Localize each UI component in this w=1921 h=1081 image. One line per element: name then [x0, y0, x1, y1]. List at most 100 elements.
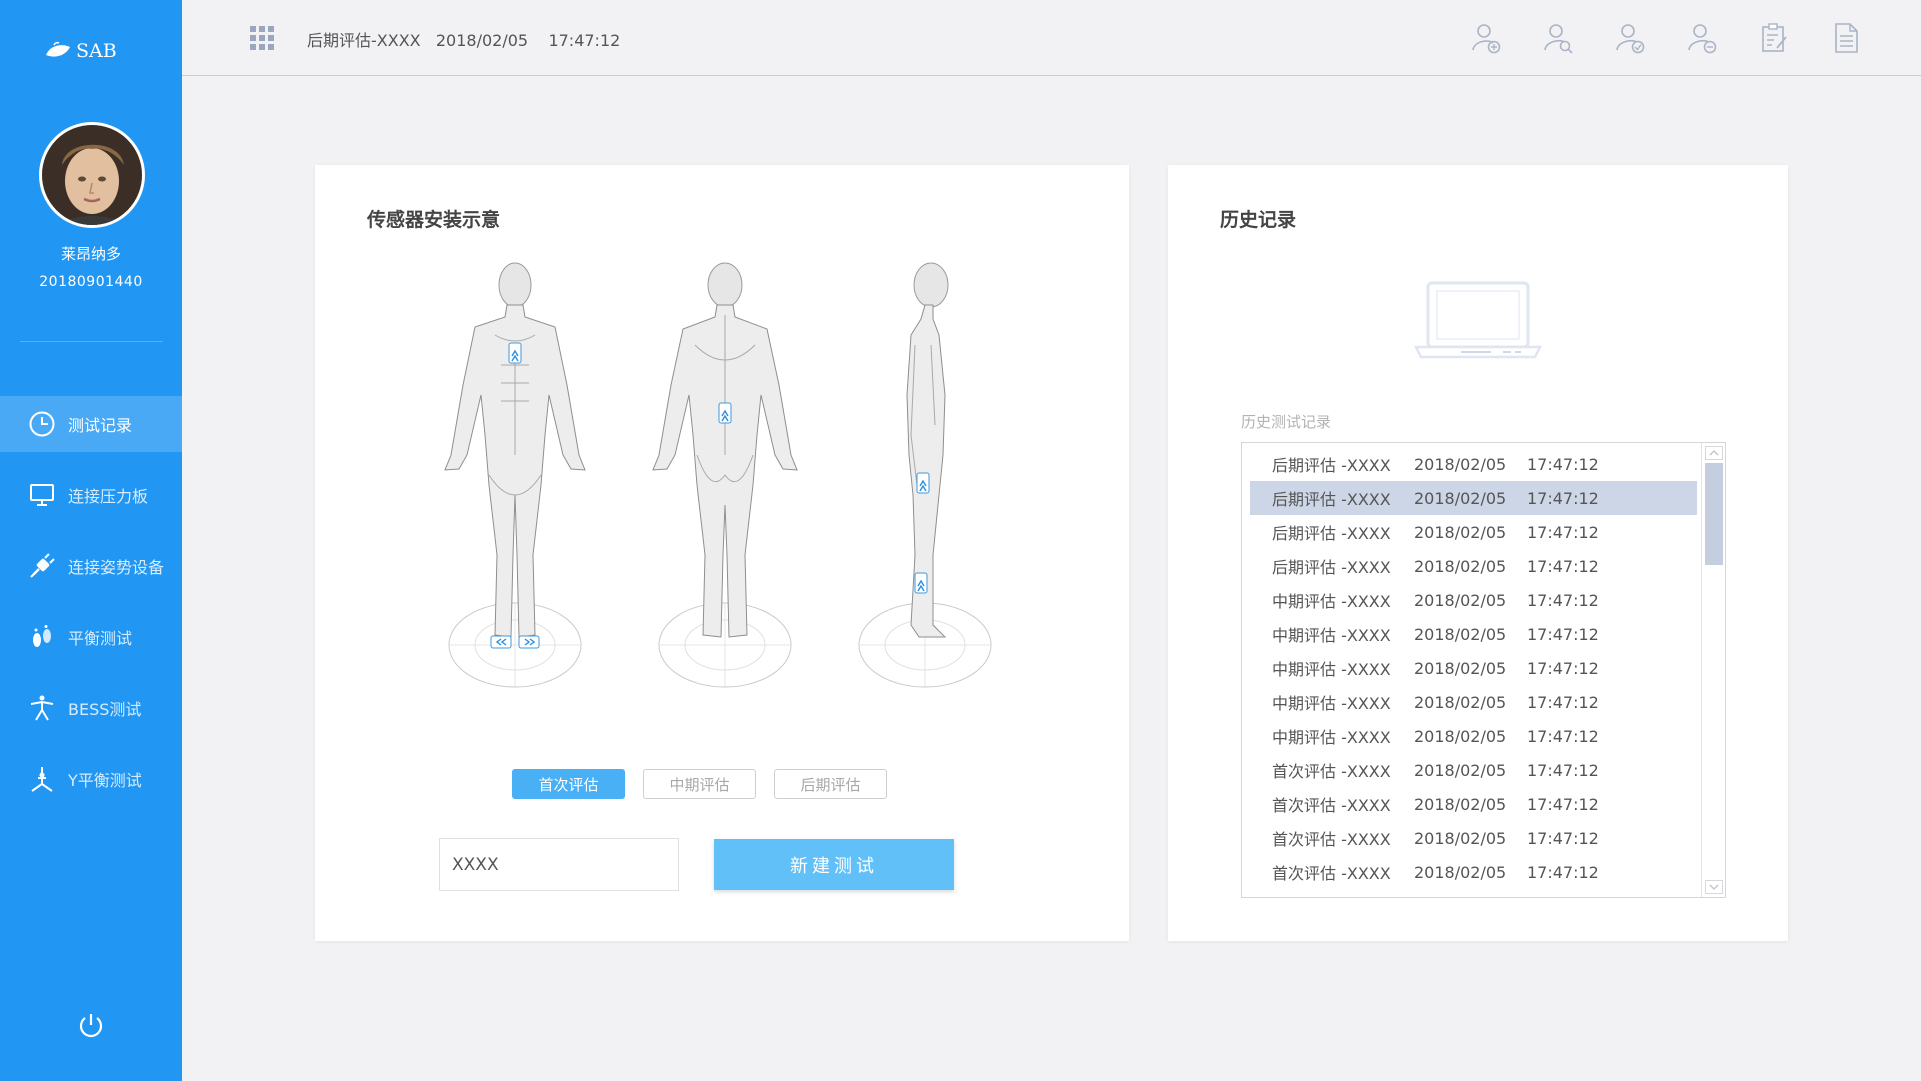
remove-user-icon[interactable]	[1687, 22, 1717, 54]
history-row-type: 首次评估 -XXXX	[1272, 830, 1391, 849]
history-row-type: 后期评估 -XXXX	[1272, 456, 1391, 475]
history-row[interactable]: 首次评估 -XXXX 2018/02/05 17:47:12	[1250, 821, 1697, 855]
history-row-time: 17:47:12	[1527, 556, 1599, 576]
person-stance-icon	[30, 695, 54, 721]
history-row-time: 17:47:12	[1527, 760, 1599, 780]
history-row-time: 17:47:12	[1527, 794, 1599, 814]
history-row-date: 2018/02/05	[1414, 556, 1507, 576]
history-row[interactable]: 后期评估 -XXXX 2018/02/05 17:47:12	[1250, 481, 1697, 515]
nav-label: Y平衡测试	[68, 771, 142, 790]
sidebar-nav: 测试记录 连接压力板 连接姿势设备 平衡测试 BESS测试 Y平衡测试	[0, 396, 182, 822]
body-side-figure	[858, 262, 992, 688]
body-back-figure	[652, 262, 798, 688]
sidebar-divider	[20, 341, 163, 342]
clipboard-edit-icon[interactable]	[1759, 22, 1789, 54]
history-row-type: 中期评估 -XXXX	[1272, 626, 1391, 645]
nav-label: 测试记录	[68, 416, 133, 435]
nav-item-posture-device[interactable]: 连接姿势设备	[0, 538, 182, 594]
history-row-date: 2018/02/05	[1414, 692, 1507, 712]
history-row-time: 17:47:12	[1527, 454, 1599, 474]
history-row[interactable]: 中期评估 -XXXX 2018/02/05 17:47:12	[1250, 583, 1697, 617]
topbar: 后期评估-XXXX 2018/02/05 17:47:12	[182, 0, 1921, 76]
history-row-time: 17:47:12	[1527, 862, 1599, 882]
history-row[interactable]: 后期评估 -XXXX 2018/02/05 17:47:12	[1250, 549, 1697, 583]
history-row[interactable]: 后期评估 -XXXX 2018/02/05 17:47:12	[1250, 515, 1697, 549]
sensor-figures	[415, 255, 1035, 705]
history-row-type: 中期评估 -XXXX	[1272, 592, 1391, 611]
history-row-type: 后期评估 -XXXX	[1272, 558, 1391, 577]
scroll-up-button[interactable]	[1705, 446, 1723, 460]
nav-item-test-records[interactable]: 测试记录	[0, 396, 182, 452]
footprint-icon	[33, 625, 51, 647]
test-name-input[interactable]	[439, 838, 679, 891]
scroll-thumb[interactable]	[1705, 463, 1723, 565]
history-row-date: 2018/02/05	[1414, 828, 1507, 848]
history-row[interactable]: 后期评估 -XXXX 2018/02/05 17:47:12	[1250, 447, 1697, 481]
history-row-time: 17:47:12	[1527, 590, 1599, 610]
sensor-placement-panel: 传感器安装示意 首次评估 中期评估 后期评估 XXXX 新建测试	[315, 165, 1129, 941]
history-row[interactable]: 首次评估 -XXXX 2018/02/05 17:47:12	[1250, 753, 1697, 787]
scroll-down-button[interactable]	[1705, 880, 1723, 894]
history-row-time: 17:47:12	[1527, 726, 1599, 746]
chevron-down-icon	[1709, 884, 1719, 890]
tab-first-evaluation[interactable]: 首次评估	[512, 769, 625, 799]
clock-icon	[29, 411, 55, 437]
power-icon[interactable]	[77, 1011, 105, 1039]
history-row[interactable]: 中期评估 -XXXX 2018/02/05 17:47:12	[1250, 617, 1697, 651]
nav-item-y-balance-test[interactable]: Y平衡测试	[0, 751, 182, 807]
history-row[interactable]: 中期评估 -XXXX 2018/02/05 17:47:12	[1250, 685, 1697, 719]
history-panel-title: 历史记录	[1220, 209, 1297, 231]
history-row-date: 2018/02/05	[1414, 624, 1507, 644]
verify-user-icon[interactable]	[1615, 22, 1645, 54]
history-row-date: 2018/02/05	[1414, 522, 1507, 542]
avatar	[39, 122, 145, 228]
history-row-date: 2018/02/05	[1414, 760, 1507, 780]
tab-late-evaluation[interactable]: 后期评估	[774, 769, 887, 799]
history-row-date: 2018/02/05	[1414, 726, 1507, 746]
sensor-panel-title: 传感器安装示意	[367, 209, 501, 231]
history-row-date: 2018/02/05	[1414, 590, 1507, 610]
monitor-icon	[30, 484, 54, 506]
history-row-type: 中期评估 -XXXX	[1272, 728, 1391, 747]
history-row-time: 17:47:12	[1527, 488, 1599, 508]
nav-item-bess-test[interactable]: BESS测试	[0, 680, 182, 736]
nav-label: 连接压力板	[68, 487, 149, 506]
document-icon[interactable]	[1831, 22, 1861, 54]
history-row[interactable]: 首次评估 -XXXX 2018/02/05 17:47:12	[1250, 787, 1697, 821]
current-test-title: 后期评估-XXXX 2018/02/05 17:47:12	[307, 31, 621, 50]
history-rows: 后期评估 -XXXX 2018/02/05 17:47:12 后期评估 -XXXX 20…	[1250, 447, 1697, 889]
history-row-time: 17:47:12	[1527, 658, 1599, 678]
history-row-type: 首次评估 -XXXX	[1272, 762, 1391, 781]
nav-label: BESS测试	[68, 700, 142, 719]
history-scrollbar[interactable]	[1701, 443, 1725, 897]
tab-mid-evaluation[interactable]: 中期评估	[643, 769, 756, 799]
history-panel: 历史记录 历史测试记录 后期评估 -XXXX 2018/02/05 17:47:12…	[1168, 165, 1788, 941]
history-row-type: 首次评估 -XXXX	[1272, 864, 1391, 883]
nav-item-pressure-plate[interactable]: 连接压力板	[0, 467, 182, 523]
history-row-time: 17:47:12	[1527, 828, 1599, 848]
history-row-date: 2018/02/05	[1414, 454, 1507, 474]
app-grid-icon[interactable]	[250, 26, 274, 50]
nav-item-balance-test[interactable]: 平衡测试	[0, 609, 182, 665]
leaf-logo-icon	[46, 41, 70, 57]
history-row[interactable]: 首次评估 -XXXX 2018/02/05 17:47:12	[1250, 855, 1697, 889]
logo-text: SAB	[76, 40, 117, 62]
plug-icon	[30, 553, 55, 578]
history-row-time: 17:47:12	[1527, 624, 1599, 644]
history-row[interactable]: 中期评估 -XXXX 2018/02/05 17:47:12	[1250, 719, 1697, 753]
history-row-date: 2018/02/05	[1414, 862, 1507, 882]
user-id: 20180901440	[39, 274, 143, 290]
history-row[interactable]: 中期评估 -XXXX 2018/02/05 17:47:12	[1250, 651, 1697, 685]
history-row-type: 后期评估 -XXXX	[1272, 524, 1391, 543]
history-row-time: 17:47:12	[1527, 522, 1599, 542]
nav-label: 平衡测试	[68, 629, 133, 648]
search-user-icon[interactable]	[1543, 22, 1573, 54]
history-row-type: 中期评估 -XXXX	[1272, 660, 1391, 679]
user-name: 莱昂纳多	[60, 245, 121, 263]
sidebar: SAB 莱昂纳多 20180901440 测试记录 连接压力板 连接姿势设备 平…	[0, 0, 182, 1081]
new-test-button[interactable]: 新建测试	[714, 839, 954, 890]
history-row-date: 2018/02/05	[1414, 658, 1507, 678]
add-user-icon[interactable]	[1471, 22, 1501, 54]
history-row-type: 中期评估 -XXXX	[1272, 694, 1391, 713]
history-row-time: 17:47:12	[1527, 692, 1599, 712]
